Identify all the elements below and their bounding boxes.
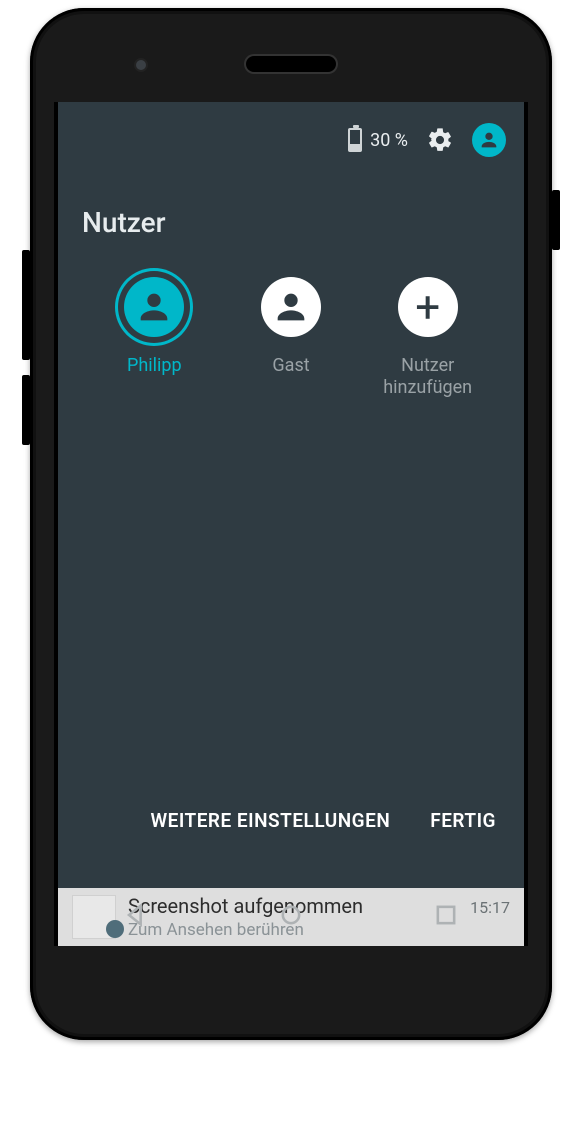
phone-volume-button	[22, 250, 30, 360]
panel-actions: WEITERE EINSTELLUNGEN FERTIG	[58, 809, 524, 832]
user-item-add-user[interactable]: + Nutzer hinzufügen	[359, 271, 496, 398]
current-user-icon[interactable]	[472, 123, 506, 157]
battery-indicator[interactable]: 30 %	[348, 128, 408, 152]
earpiece-speaker	[246, 56, 336, 72]
user-item-philipp[interactable]: Philipp	[86, 271, 223, 398]
panel-title: Nutzer	[58, 178, 524, 257]
device-screen: 30 % Nutzer	[54, 102, 528, 946]
more-settings-button[interactable]: WEITERE EINSTELLUNGEN	[150, 809, 390, 832]
notification-title: Screenshot aufgenommen	[128, 894, 458, 918]
person-icon	[261, 277, 321, 337]
quick-settings-panel: 30 % Nutzer	[58, 102, 524, 888]
notification-subtitle: Zum Ansehen berühren	[128, 920, 458, 940]
notification-app-icon	[106, 920, 124, 938]
device-frame: 30 % Nutzer	[30, 8, 552, 1040]
user-label: Nutzer hinzufügen	[383, 355, 472, 398]
status-bar: 30 %	[58, 102, 524, 178]
battery-percent: 30 %	[370, 130, 408, 151]
user-item-guest[interactable]: Gast	[223, 271, 360, 398]
person-icon	[124, 277, 184, 337]
plus-icon: +	[398, 277, 458, 337]
user-label: Gast	[272, 355, 309, 377]
notification-time: 15:17	[470, 898, 510, 917]
user-list: Philipp Gast +	[58, 257, 524, 398]
phone-power-button	[552, 190, 560, 250]
settings-gear-icon[interactable]	[426, 126, 454, 154]
phone-volume-button	[22, 375, 30, 445]
battery-icon	[348, 128, 362, 152]
user-label: Philipp	[127, 355, 182, 377]
notification-card[interactable]: Screenshot aufgenommen Zum Ansehen berüh…	[58, 888, 524, 946]
done-button[interactable]: FERTIG	[430, 809, 496, 832]
front-camera	[136, 60, 146, 70]
